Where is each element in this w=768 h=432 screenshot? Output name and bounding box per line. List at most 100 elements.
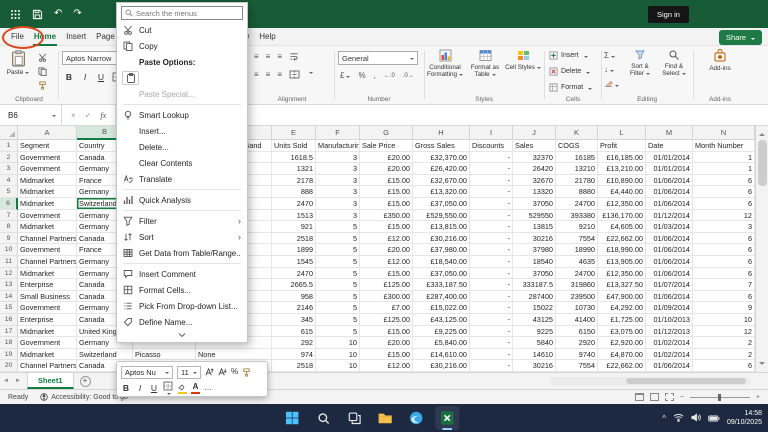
cell-J2[interactable]: 32370 xyxy=(513,152,556,164)
cell-G16[interactable]: £125.00 xyxy=(360,314,413,326)
cell-A3[interactable]: Government xyxy=(18,163,77,175)
cell-J19[interactable]: 14610 xyxy=(513,349,556,361)
column-header-G[interactable]: G xyxy=(360,126,413,140)
column-header-A[interactable]: A xyxy=(18,126,77,140)
sheet-tab-sheet1[interactable]: Sheet1 xyxy=(27,373,74,389)
mini-font-color-icon[interactable]: A xyxy=(191,383,200,394)
cell-G17[interactable]: £15.00 xyxy=(360,326,413,338)
menu-item-delete[interactable]: Delete... xyxy=(117,139,247,155)
row-header-1[interactable]: 1 xyxy=(0,140,18,152)
undo-icon[interactable]: ↶ xyxy=(54,9,62,19)
zoom-slider[interactable] xyxy=(690,397,750,398)
cell-M1[interactable]: Date xyxy=(646,140,693,152)
cell-F7[interactable]: 3 xyxy=(316,210,360,222)
number-format-select[interactable]: General xyxy=(338,51,418,65)
decrease-decimal-icon[interactable]: .0→ xyxy=(403,73,414,79)
cell-F3[interactable]: 3 xyxy=(316,163,360,175)
tab-help[interactable]: Help xyxy=(254,28,280,46)
column-header-L[interactable]: L xyxy=(598,126,646,140)
cell-G5[interactable]: £15.00 xyxy=(360,186,413,198)
cell-N8[interactable]: 3 xyxy=(693,221,755,233)
cell-N1[interactable]: Month Number xyxy=(693,140,755,152)
cell-F15[interactable]: 5 xyxy=(316,302,360,314)
cell-A16[interactable]: Enterprise xyxy=(18,314,77,326)
row-header-14[interactable]: 14 xyxy=(0,291,18,303)
mini-italic-button[interactable]: I xyxy=(135,383,145,393)
cell-J12[interactable]: 37050 xyxy=(513,268,556,280)
cell-I17[interactable]: - xyxy=(470,326,513,338)
cell-E1[interactable]: Units Sold xyxy=(272,140,316,152)
cell-J1[interactable]: Sales xyxy=(513,140,556,152)
cell-N7[interactable]: 12 xyxy=(693,210,755,222)
row-header-7[interactable]: 7 xyxy=(0,210,18,222)
next-sheet-icon[interactable]: ► xyxy=(12,378,24,384)
cell-E6[interactable]: 2470 xyxy=(272,198,316,210)
row-header-9[interactable]: 9 xyxy=(0,233,18,245)
cell-N11[interactable]: 6 xyxy=(693,256,755,268)
comma-style-icon[interactable]: , xyxy=(374,71,376,80)
cancel-icon[interactable]: × xyxy=(71,111,76,120)
sign-in-button[interactable]: Sign in xyxy=(648,6,689,23)
cell-H10[interactable]: £37,980.00 xyxy=(413,244,470,256)
cell-F9[interactable]: 5 xyxy=(316,233,360,245)
cell-J18[interactable]: 5840 xyxy=(513,337,556,349)
paste-button[interactable]: Paste xyxy=(5,50,31,76)
cell-J13[interactable]: 333187.5 xyxy=(513,279,556,291)
italic-button[interactable]: I xyxy=(80,72,90,82)
zoom-in-icon[interactable]: + xyxy=(756,394,760,401)
cell-A15[interactable]: Government xyxy=(18,302,77,314)
column-header-N[interactable]: N xyxy=(693,126,755,140)
cell-G11[interactable]: £12.00 xyxy=(360,256,413,268)
menu-scroll-down[interactable] xyxy=(117,330,247,340)
align-left-icon[interactable]: ≡ xyxy=(254,70,259,81)
cell-N17[interactable]: 12 xyxy=(693,326,755,338)
mini-format-painter-icon[interactable] xyxy=(242,368,251,377)
menu-item-filter[interactable]: Filter› xyxy=(117,213,247,229)
cell-A2[interactable]: Government xyxy=(18,152,77,164)
cell-J8[interactable]: 13815 xyxy=(513,221,556,233)
cell-H3[interactable]: £26,420.00 xyxy=(413,163,470,175)
column-header-E[interactable]: E xyxy=(272,126,316,140)
cell-N9[interactable]: 6 xyxy=(693,233,755,245)
format-as-table-button[interactable]: Format as Table xyxy=(466,49,504,79)
taskbar-clock[interactable]: 14:58 09/10/2025 xyxy=(727,409,762,428)
menu-item-get-data-from-table-range[interactable]: Get Data from Table/Range... xyxy=(117,245,247,261)
cell-J16[interactable]: 43125 xyxy=(513,314,556,326)
column-header-K[interactable]: K xyxy=(556,126,598,140)
cell-F17[interactable]: 5 xyxy=(316,326,360,338)
cell-K18[interactable]: 2920 xyxy=(556,337,598,349)
menu-item-sort[interactable]: Sort› xyxy=(117,229,247,245)
cell-G18[interactable]: £20.00 xyxy=(360,337,413,349)
shrink-font-icon[interactable] xyxy=(218,367,227,377)
cell-E14[interactable]: 958 xyxy=(272,291,316,303)
tray-chevron-icon[interactable]: ^ xyxy=(662,414,666,423)
cell-F8[interactable]: 5 xyxy=(316,221,360,233)
cell-A1[interactable]: Segment xyxy=(18,140,77,152)
cell-H7[interactable]: £529,550.00 xyxy=(413,210,470,222)
cell-I1[interactable]: Discounts xyxy=(470,140,513,152)
redo-icon[interactable]: ↷ xyxy=(73,9,81,19)
row-header-17[interactable]: 17 xyxy=(0,326,18,338)
mini-more-options-icon[interactable]: … xyxy=(204,384,213,392)
cell-J11[interactable]: 18540 xyxy=(513,256,556,268)
align-middle-icon[interactable]: ≡ xyxy=(266,52,271,63)
cell-I2[interactable]: - xyxy=(470,152,513,164)
cell-F20[interactable]: 10 xyxy=(316,360,360,372)
cell-F11[interactable]: 5 xyxy=(316,256,360,268)
cell-G19[interactable]: £15.00 xyxy=(360,349,413,361)
cell-J5[interactable]: 13320 xyxy=(513,186,556,198)
menu-item-copy[interactable]: Copy xyxy=(117,38,247,54)
cell-M6[interactable]: 01/06/2014 xyxy=(646,198,693,210)
cell-I9[interactable]: - xyxy=(470,233,513,245)
menu-item-translate[interactable]: Translate xyxy=(117,171,247,187)
cell-F19[interactable]: 10 xyxy=(316,349,360,361)
cell-H13[interactable]: £333,187.50 xyxy=(413,279,470,291)
cell-M7[interactable]: 01/12/2014 xyxy=(646,210,693,222)
cell-I11[interactable]: - xyxy=(470,256,513,268)
cell-G1[interactable]: Sale Price xyxy=(360,140,413,152)
cell-K2[interactable]: 16185 xyxy=(556,152,598,164)
cell-M4[interactable]: 01/06/2014 xyxy=(646,175,693,187)
enter-icon[interactable]: ✓ xyxy=(85,111,92,120)
cell-F5[interactable]: 3 xyxy=(316,186,360,198)
cell-I14[interactable]: - xyxy=(470,291,513,303)
